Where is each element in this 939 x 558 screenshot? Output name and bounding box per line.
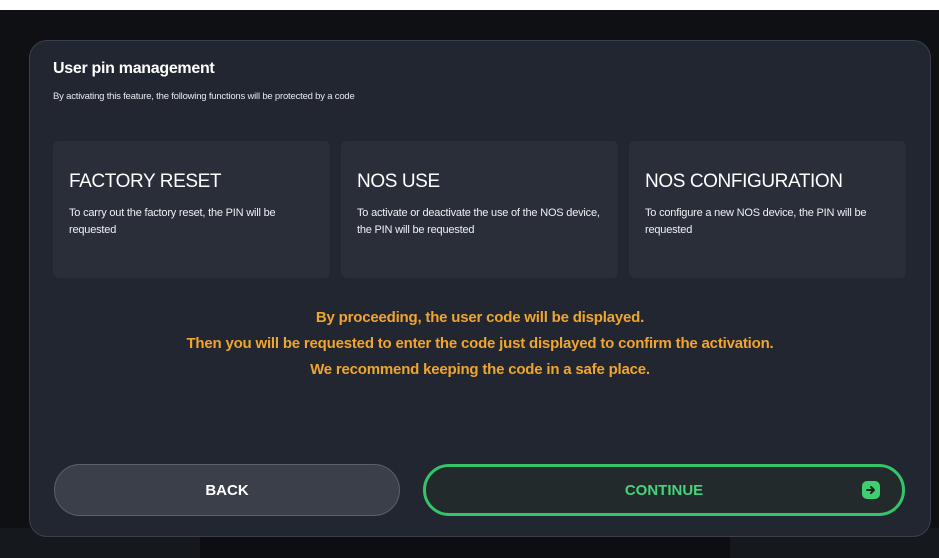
back-button-label: BACK [205,481,249,499]
feature-description: To activate or deactivate the use of the… [357,207,600,236]
feature-card-factory-reset: FACTORY RESET To carry out the factory r… [53,141,330,278]
feature-title: NOS USE [357,171,440,192]
arrow-right-circle-icon [862,481,880,499]
pin-management-dialog: User pin management By activating this f… [29,40,931,537]
dialog-title: User pin management [53,60,215,77]
notice-line-2: Then you will be requested to enter the … [186,335,774,352]
back-button[interactable]: BACK [54,464,400,516]
feature-card-nos-configuration: NOS CONFIGURATION To configure a new NOS… [629,141,906,278]
notice-line-3: We recommend keeping the code in a safe … [310,361,650,378]
dialog-subtitle: By activating this feature, the followin… [53,91,355,102]
feature-description: To carry out the factory reset, the PIN … [69,207,276,236]
continue-button[interactable]: CONTINUE [423,464,905,516]
feature-title: FACTORY RESET [69,171,222,192]
continue-button-label: CONTINUE [624,481,704,499]
feature-title: NOS CONFIGURATION [645,171,843,192]
warning-notice: By proceeding, the user code will be dis… [30,305,930,383]
feature-description: To configure a new NOS device, the PIN w… [645,207,867,236]
notice-line-1: By proceeding, the user code will be dis… [315,309,645,326]
feature-card-nos-use: NOS USE To activate or deactivate the us… [341,141,618,278]
